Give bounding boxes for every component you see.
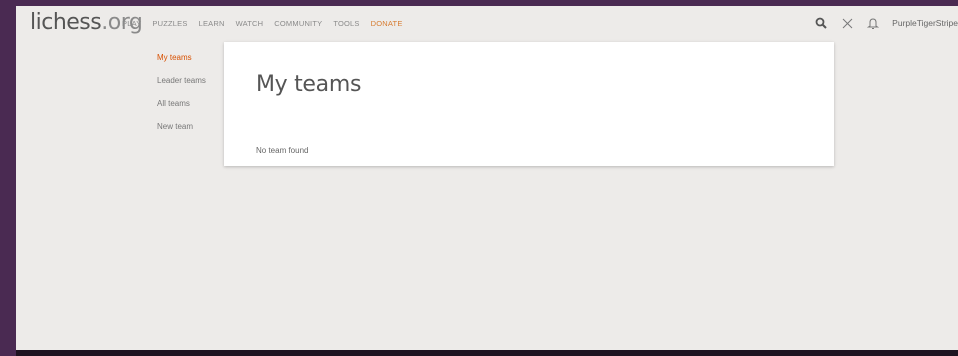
teams-subnav: My teams Leader teams All teams New team xyxy=(144,46,240,138)
page-title: My teams xyxy=(256,72,362,97)
header-tools: PurpleTigerStripe xyxy=(814,16,958,30)
subnav-all-teams[interactable]: All teams xyxy=(144,92,224,115)
nav-learn[interactable]: LEARN xyxy=(199,19,225,28)
nav-tools[interactable]: TOOLS xyxy=(333,19,359,28)
search-icon[interactable] xyxy=(814,16,828,30)
subnav-new-team[interactable]: New team xyxy=(144,115,224,138)
nav-community[interactable]: COMMUNITY xyxy=(274,19,322,28)
site-header: lichess.org PLAY PUZZLES LEARN WATCH COM… xyxy=(16,6,958,42)
nav-watch[interactable]: WATCH xyxy=(236,19,264,28)
notification-bell-icon[interactable] xyxy=(866,16,880,30)
window-bottom-edge xyxy=(16,350,958,356)
subnav-my-teams[interactable]: My teams xyxy=(144,46,240,69)
logo-main: lichess xyxy=(30,10,102,35)
nav-puzzles[interactable]: PUZZLES xyxy=(152,19,187,28)
empty-message: No team found xyxy=(256,146,309,155)
main-nav: PLAY PUZZLES LEARN WATCH COMMUNITY TOOLS… xyxy=(122,19,403,28)
user-menu[interactable]: PurpleTigerStripe xyxy=(892,18,958,28)
browser-window: lichess.org PLAY PUZZLES LEARN WATCH COM… xyxy=(16,6,958,350)
challenge-icon[interactable] xyxy=(840,16,854,30)
nav-donate[interactable]: DONATE xyxy=(371,19,403,28)
teams-panel: My teams No team found xyxy=(224,42,834,166)
subnav-leader-teams[interactable]: Leader teams xyxy=(144,69,224,92)
nav-play[interactable]: PLAY xyxy=(122,19,141,28)
